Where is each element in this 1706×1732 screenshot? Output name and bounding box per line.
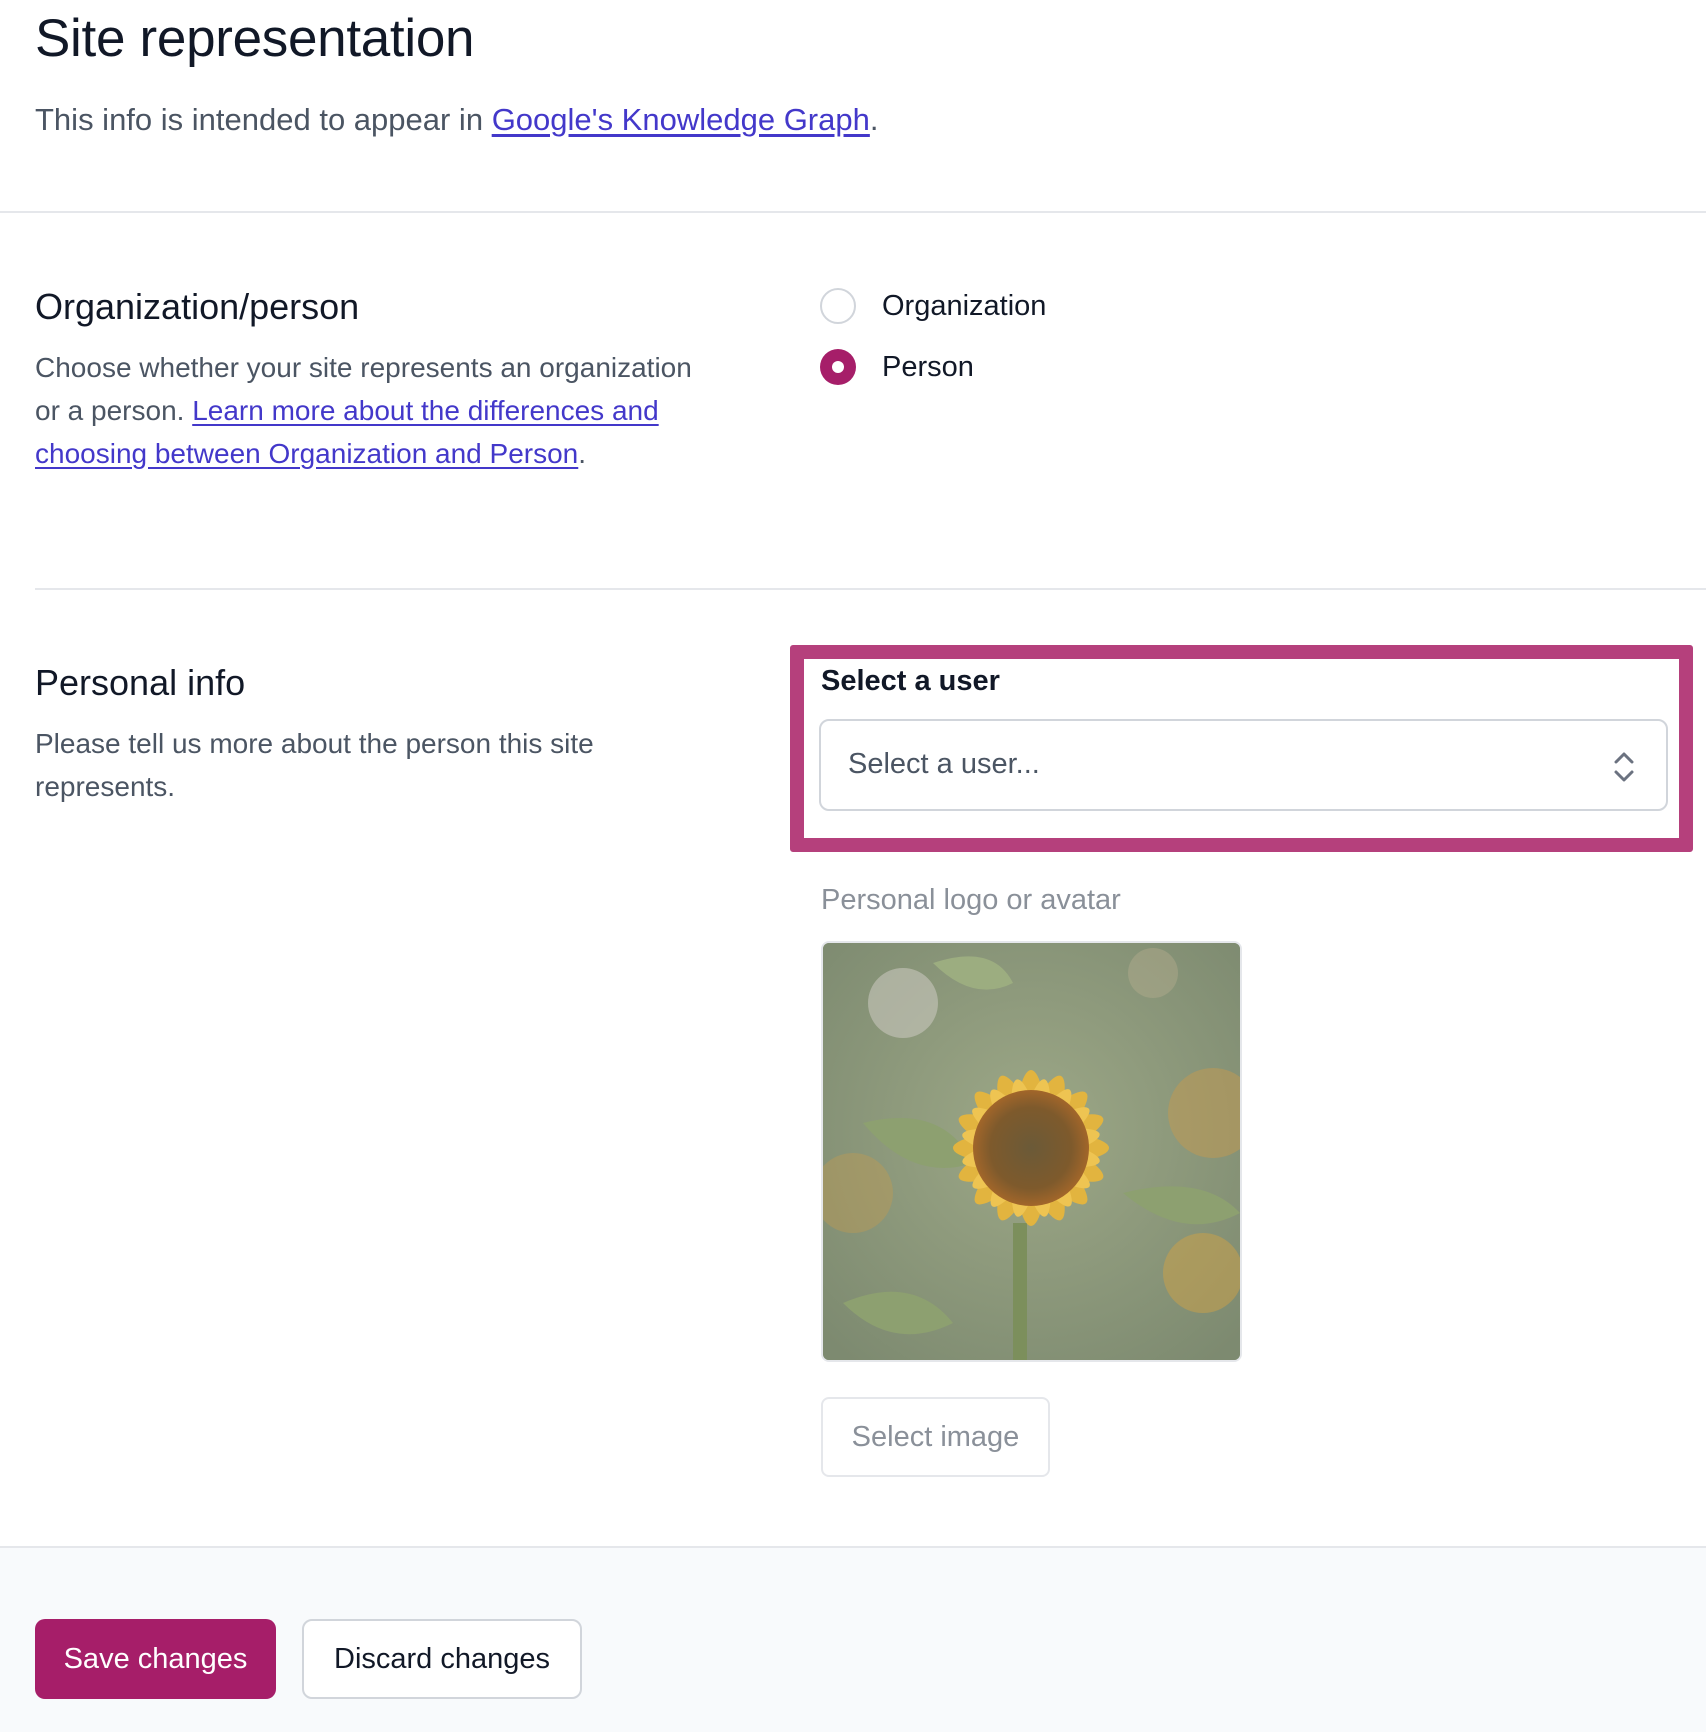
sunflower-image <box>823 943 1240 1360</box>
select-user-placeholder: Select a user... <box>848 748 1040 780</box>
radio-organization[interactable]: Organization <box>820 287 1046 325</box>
discard-changes-button[interactable]: Discard changes <box>302 1619 582 1699</box>
knowledge-graph-link[interactable]: Google's Knowledge Graph <box>492 102 870 137</box>
radio-person-label[interactable]: Person <box>882 351 974 384</box>
intro-text: This info is intended to appear in Googl… <box>35 102 879 137</box>
avatar-image <box>821 941 1242 1362</box>
select-user-dropdown[interactable]: Select a user... <box>819 719 1668 811</box>
personal-info-description: Please tell us more about the person thi… <box>35 728 594 802</box>
radio-organization-circle[interactable] <box>820 288 856 324</box>
chevron-up-down-icon <box>1612 749 1636 785</box>
site-representation-page: Site representation This info is intende… <box>0 0 1706 1732</box>
radio-organization-label[interactable]: Organization <box>882 290 1046 323</box>
select-image-button[interactable]: Select image <box>821 1397 1050 1477</box>
personal-info-title: Personal info <box>35 662 246 703</box>
org-person-title: Organization/person <box>35 286 360 327</box>
radio-person[interactable]: Person <box>820 348 974 386</box>
org-person-description: Choose whether your site represents an o… <box>35 352 692 469</box>
save-changes-button[interactable]: Save changes <box>35 1619 276 1699</box>
avatar-label: Personal logo or avatar <box>821 884 1121 916</box>
section-divider <box>35 588 1706 590</box>
page-title: Site representation <box>35 9 475 68</box>
radio-person-circle[interactable] <box>820 349 856 385</box>
select-user-label: Select a user <box>821 665 1000 697</box>
header-divider <box>0 211 1706 213</box>
